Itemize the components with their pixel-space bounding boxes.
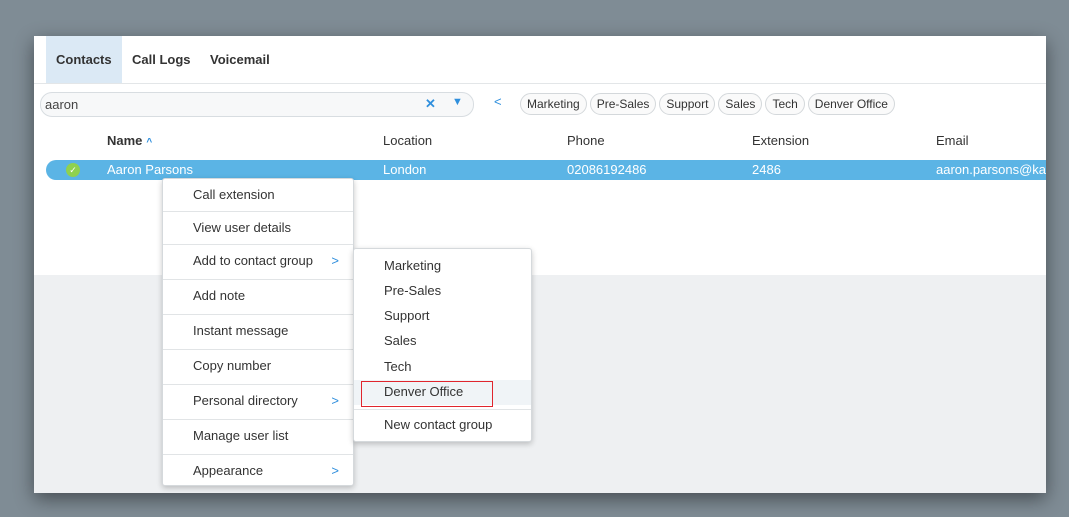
column-header-extension[interactable]: Extension [752,133,809,148]
tab-contacts[interactable]: Contacts [46,36,122,83]
submenu-item-label: New contact group [384,417,493,432]
submenu-item-tech[interactable]: Tech [354,355,531,380]
filter-chip-marketing[interactable]: Marketing [520,93,587,115]
menu-item-instant-message[interactable]: Instant message [163,315,353,349]
submenu-item-label: Denver Office [384,384,464,399]
menu-item-add-note[interactable]: Add note [163,280,353,314]
contact-name: Aaron Parsons [107,162,193,177]
tab-voicemail[interactable]: Voicemail [210,36,270,83]
submenu-item-label: Support [384,308,430,323]
check-icon: ✓ [66,163,80,177]
column-header-email[interactable]: Email [936,133,969,148]
sort-ascending-icon: ^ [146,137,153,148]
submenu-item-label: Tech [384,359,412,374]
contact-group-submenu: Marketing Pre-Sales Support Sales Tech D… [353,248,532,442]
search-box: ✕ ▼ [40,92,474,117]
filter-chip-sales[interactable]: Sales [718,93,763,115]
menu-item-label: Add to contact group [193,253,313,268]
menu-item-label: Instant message [193,323,289,338]
menu-item-label: Call extension [193,187,275,202]
submenu-item-label: Sales [384,333,417,348]
submenu-item-label: Marketing [384,258,442,273]
menu-item-label: Copy number [193,358,272,373]
menu-item-copy-number[interactable]: Copy number [163,350,353,384]
menu-item-add-to-contact-group[interactable]: Add to contact group > [163,245,353,279]
menu-item-personal-directory[interactable]: Personal directory > [163,385,353,419]
filter-chip-bar: Marketing Pre-Sales Support Sales Tech D… [520,93,898,115]
chevron-right-icon: > [331,463,339,478]
chevron-right-icon: > [331,393,339,408]
tab-bar: Contacts Call Logs Voicemail [34,36,1046,84]
submenu-item-pre-sales[interactable]: Pre-Sales [354,279,531,304]
submenu-item-support[interactable]: Support [354,304,531,329]
chevron-right-icon: > [331,253,339,268]
menu-item-label: Personal directory [193,393,298,408]
menu-divider [354,409,531,410]
filter-chip-pre-sales[interactable]: Pre-Sales [589,93,657,115]
contact-row-selected[interactable]: ✓ Aaron Parsons London 02086192486 2486 … [46,160,1046,180]
contact-email: aaron.parsons@ka [936,162,1046,177]
filter-chip-support[interactable]: Support [659,93,716,115]
menu-item-manage-user-list[interactable]: Manage user list [163,420,353,454]
column-header-location[interactable]: Location [383,133,432,148]
column-header-phone[interactable]: Phone [567,133,605,148]
menu-item-label: Add note [193,288,246,303]
clear-search-icon[interactable]: ✕ [425,96,436,112]
contact-phone: 02086192486 [567,162,647,177]
submenu-item-new-contact-group[interactable]: New contact group [354,413,531,438]
menu-item-label: Appearance [193,463,264,478]
submenu-item-marketing[interactable]: Marketing [354,254,531,279]
filter-chip-denver-office[interactable]: Denver Office [807,93,895,115]
column-header-name[interactable]: Name ^ [107,133,152,148]
chevron-left-icon[interactable]: < [494,94,502,109]
chevron-down-icon[interactable]: ▼ [452,96,463,108]
submenu-item-sales[interactable]: Sales [354,329,531,354]
contacts-window: Contacts Call Logs Voicemail ✕ ▼ < Marke… [34,36,1046,493]
context-menu: Call extension View user details Add to … [162,178,354,486]
contact-location: London [383,162,427,177]
search-input[interactable] [45,95,405,113]
contact-extension: 2486 [752,162,781,177]
menu-item-label: Manage user list [193,428,289,443]
column-header-name-label: Name [107,133,143,148]
submenu-item-denver-office[interactable]: Denver Office [354,380,531,407]
menu-item-view-user-details[interactable]: View user details [163,212,353,244]
filter-chip-tech[interactable]: Tech [765,93,805,115]
tab-call-logs[interactable]: Call Logs [132,36,191,83]
menu-item-call-extension[interactable]: Call extension [163,179,353,211]
menu-item-label: View user details [193,220,292,235]
menu-item-appearance[interactable]: Appearance > [163,455,353,485]
submenu-item-label: Pre-Sales [384,283,442,298]
